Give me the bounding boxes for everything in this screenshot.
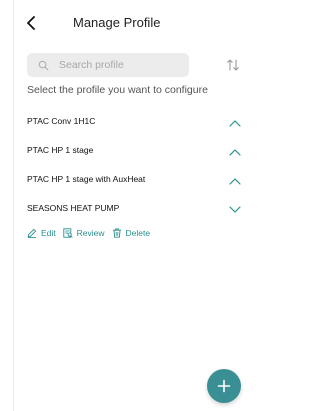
page-title: Manage Profile (73, 15, 161, 30)
review-label: Review (76, 228, 105, 238)
chevron-down-icon[interactable] (228, 203, 242, 217)
profile-item[interactable]: PTAC Conv 1H1C (0, 108, 248, 137)
chevron-left-icon (27, 16, 35, 30)
profile-item[interactable]: SEASONS HEAT PUMP (0, 195, 248, 224)
header: Manage Profile (0, 0, 248, 46)
plus-icon (217, 379, 231, 393)
search-box[interactable] (27, 53, 189, 77)
pencil-icon (27, 228, 37, 238)
profile-name: PTAC Conv 1H1C (27, 116, 96, 126)
profile-name: PTAC HP 1 stage with AuxHeat (27, 174, 146, 184)
edit-label: Edit (41, 228, 56, 238)
trash-icon (112, 228, 121, 238)
search-input[interactable] (59, 59, 179, 71)
review-button[interactable]: Review (63, 228, 105, 238)
sort-button[interactable] (225, 57, 241, 73)
profile-list: PTAC Conv 1H1C PTAC HP 1 stage PTAC HP 1… (0, 108, 248, 224)
sort-arrows-icon (227, 59, 239, 71)
profile-name: PTAC HP 1 stage (27, 145, 94, 155)
chevron-up-icon[interactable] (228, 174, 242, 188)
chevron-up-icon[interactable] (228, 116, 242, 130)
profile-item[interactable]: PTAC HP 1 stage (0, 137, 248, 166)
back-button[interactable] (22, 13, 40, 33)
chevron-up-icon[interactable] (228, 145, 242, 159)
profile-item[interactable]: PTAC HP 1 stage with AuxHeat (0, 166, 248, 195)
instruction-text: Select the profile you want to configure (27, 84, 208, 96)
profile-actions: Edit Review Delete (27, 226, 157, 240)
edit-button[interactable]: Edit (27, 228, 56, 238)
search-icon (38, 59, 50, 71)
profile-name: SEASONS HEAT PUMP (27, 203, 120, 213)
review-document-icon (63, 228, 73, 238)
add-profile-button[interactable] (207, 369, 241, 403)
delete-button[interactable]: Delete (112, 228, 151, 238)
delete-label: Delete (125, 228, 151, 238)
search-row (0, 53, 248, 77)
